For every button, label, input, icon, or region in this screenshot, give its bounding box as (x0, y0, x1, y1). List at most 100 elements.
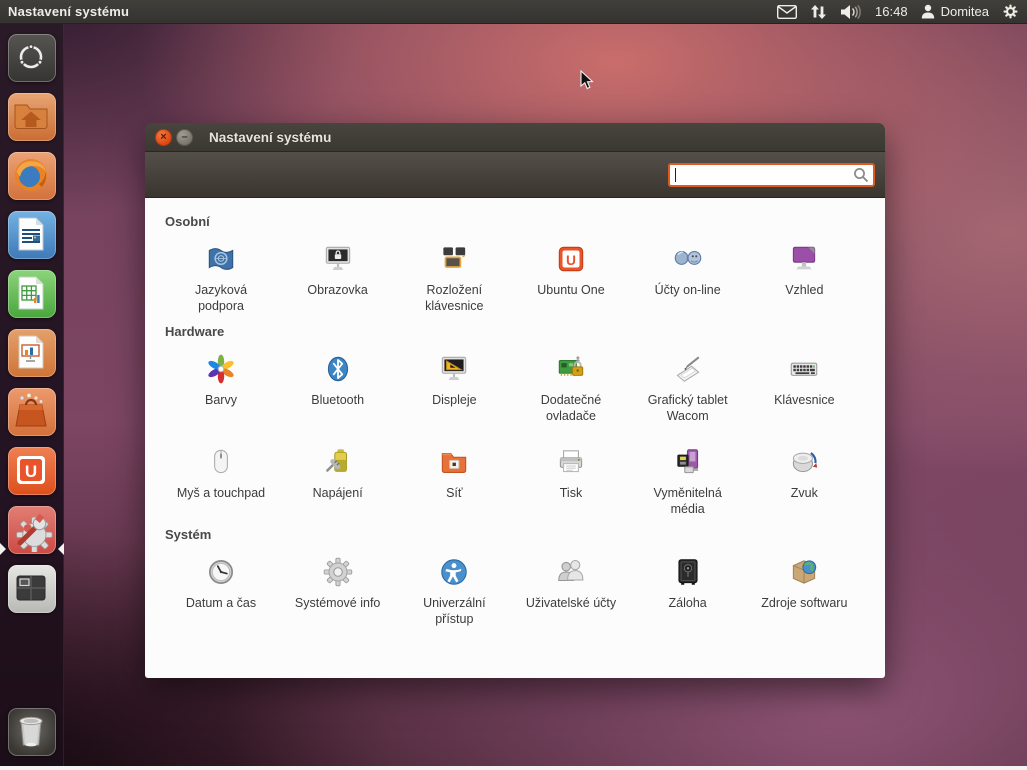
launcher-trash[interactable] (8, 708, 56, 756)
session-gear-icon[interactable] (1002, 3, 1019, 20)
settings-item-ubuntu-one[interactable]: U Ubuntu One (515, 241, 627, 314)
settings-item-graficky-tablet-wacom[interactable]: Grafický tablet Wacom (632, 351, 744, 424)
item-label: Jazyková podpora (171, 282, 271, 314)
launcher-software-center[interactable] (8, 388, 56, 436)
mouse-touchpad-icon (203, 444, 239, 480)
system-settings-icon (8, 506, 54, 552)
settings-item-mys-a-touchpad[interactable]: Myš a touchpad (165, 444, 277, 517)
settings-item-systemove-info[interactable]: Systémové info (282, 554, 394, 627)
ubuntu-one-icon: U (553, 241, 589, 277)
item-label: Univerzální přístup (404, 595, 504, 627)
settings-item-zaloha[interactable]: Záloha (632, 554, 744, 627)
universal-access-icon (436, 554, 472, 590)
settings-item-barvy[interactable]: Barvy (165, 351, 277, 424)
settings-item-rozlozeni-klavesnice[interactable]: Rozložení klávesnice (398, 241, 510, 314)
close-button[interactable]: × (155, 129, 172, 146)
settings-item-vzhled[interactable]: Vzhled (748, 241, 860, 314)
launcher-system-settings[interactable] (8, 506, 56, 554)
appearance-icon (786, 241, 822, 277)
backup-icon (670, 554, 706, 590)
settings-item-obrazovka[interactable]: Obrazovka (282, 241, 394, 314)
item-label: Bluetooth (311, 392, 364, 408)
personal-grid: Jazyková podpora Obrazovka Rozložení klá… (165, 241, 865, 314)
item-label: Napájení (313, 485, 363, 501)
libreoffice-writer-icon (8, 211, 54, 257)
item-label: Klávesnice (774, 392, 834, 408)
settings-item-jazykova-podpora[interactable]: Jazyková podpora (165, 241, 277, 314)
network-arrows-icon[interactable] (810, 4, 827, 20)
item-label: Záloha (669, 595, 707, 611)
item-label: Tisk (560, 485, 582, 501)
settings-item-tisk[interactable]: Tisk (515, 444, 627, 517)
volume-icon[interactable] (840, 4, 862, 20)
settings-item-uzivatelske-ucty[interactable]: Uživatelské účty (515, 554, 627, 627)
window-titlebar[interactable]: × – Nastavení systému (145, 123, 885, 152)
settings-item-vymenitelna-media[interactable]: Vyměnitelná média (632, 444, 744, 517)
session-user[interactable]: Domitea (921, 4, 989, 19)
mail-icon[interactable] (777, 5, 797, 19)
settings-item-displeje[interactable]: Displeje (398, 351, 510, 424)
item-label: Vyměnitelná média (638, 485, 738, 517)
window-toolbar (145, 152, 885, 198)
launcher-home-folder[interactable] (8, 93, 56, 141)
item-label: Rozložení klávesnice (404, 282, 504, 314)
svg-text:U: U (566, 252, 576, 268)
network-icon (436, 444, 472, 480)
keyboard-layout-icon (436, 241, 472, 277)
item-label: Barvy (205, 392, 237, 408)
panel-app-title: Nastavení systému (8, 4, 129, 19)
mouse-cursor (580, 70, 594, 96)
settings-item-napajeni[interactable]: Napájení (282, 444, 394, 517)
item-label: Systémové info (295, 595, 380, 611)
launcher-workspace-switcher[interactable] (8, 565, 56, 613)
settings-item-univerzalni-pristup[interactable]: Univerzální přístup (398, 554, 510, 627)
settings-item-klavesnice[interactable]: Klávesnice (748, 351, 860, 424)
screen-lock-icon (320, 241, 356, 277)
trash-icon (8, 708, 54, 754)
settings-item-ucty-on-line[interactable]: Účty on-line (632, 241, 744, 314)
hardware-grid: Barvy Bluetooth Displeje Dodatečné ovlad… (165, 351, 865, 517)
top-panel: Nastavení systému 16:48 Domitea (0, 0, 1027, 24)
text-caret (675, 168, 676, 182)
unity-launcher: U (0, 24, 64, 766)
launcher-dash-home[interactable] (8, 34, 56, 82)
item-label: Ubuntu One (537, 282, 604, 298)
item-label: Síť (446, 485, 463, 501)
launcher-firefox[interactable] (8, 152, 56, 200)
language-support-icon (203, 241, 239, 277)
panel-clock[interactable]: 16:48 (875, 4, 908, 19)
search-input[interactable] (668, 163, 875, 187)
launcher-ubuntu-one[interactable]: U (8, 447, 56, 495)
screen-bottom-strip (0, 766, 1027, 770)
item-label: Obrazovka (307, 282, 367, 298)
settings-item-zdroje-softwaru[interactable]: Zdroje softwaru (748, 554, 860, 627)
settings-item-bluetooth[interactable]: Bluetooth (282, 351, 394, 424)
settings-item-zvuk[interactable]: Zvuk (748, 444, 860, 517)
printing-icon (553, 444, 589, 480)
search-icon (853, 167, 869, 188)
displays-icon (436, 351, 472, 387)
settings-item-sit[interactable]: Síť (398, 444, 510, 517)
removable-media-icon (670, 444, 706, 480)
additional-drivers-icon (553, 351, 589, 387)
keyboard-icon (786, 351, 822, 387)
workspace-switcher-icon (8, 565, 54, 611)
launcher-libreoffice-calc[interactable] (8, 270, 56, 318)
launcher-libreoffice-impress[interactable] (8, 329, 56, 377)
item-label: Dodatečné ovladače (521, 392, 621, 424)
system-grid: Datum a čas Systémové info Univerzální p… (165, 554, 865, 627)
launcher-focused-indicator-icon (58, 543, 64, 555)
settings-item-dodatecne-ovladace[interactable]: Dodatečné ovladače (515, 351, 627, 424)
minimize-button[interactable]: – (176, 129, 193, 146)
launcher-libreoffice-writer[interactable] (8, 211, 56, 259)
power-icon (320, 444, 356, 480)
svg-text:U: U (25, 462, 37, 481)
settings-item-datum-a-cas[interactable]: Datum a čas (165, 554, 277, 627)
window-title: Nastavení systému (209, 130, 331, 145)
ubuntu-one-launcher-icon: U (8, 447, 54, 493)
sound-icon (786, 444, 822, 480)
bluetooth-icon (320, 351, 356, 387)
item-label: Grafický tablet Wacom (638, 392, 738, 424)
firefox-icon (8, 152, 54, 198)
item-label: Uživatelské účty (526, 595, 616, 611)
